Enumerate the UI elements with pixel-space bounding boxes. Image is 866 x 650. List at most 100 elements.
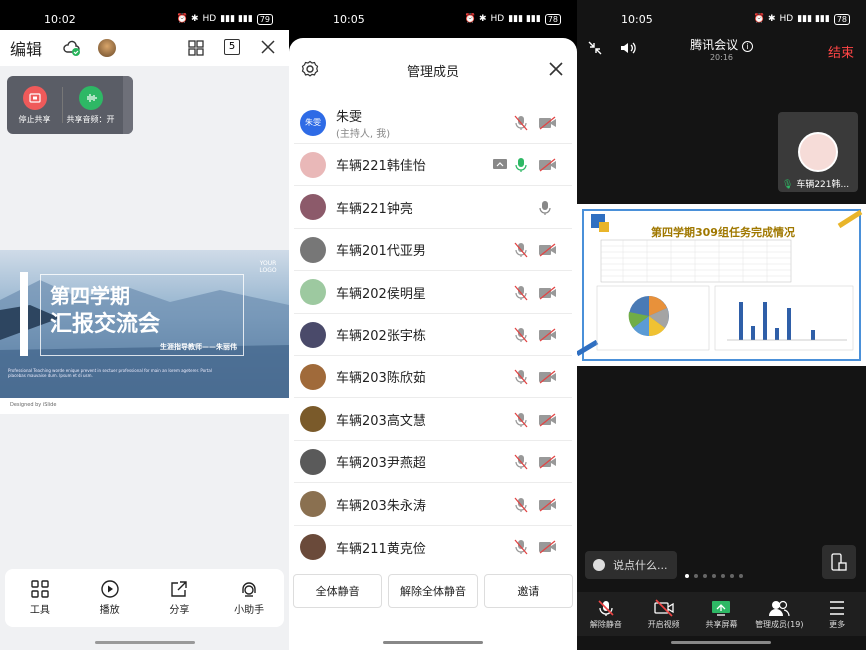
unmute-button[interactable]: 解除静音 <box>578 599 634 630</box>
assistant-button[interactable]: 小助手 <box>219 580 279 616</box>
chat-input[interactable]: 说点什么... <box>585 551 677 579</box>
video-off-icon[interactable] <box>538 497 558 516</box>
status-icons: ⏰ ✱ HD ▮▮▮ ▮▮▮ 78 <box>465 13 561 25</box>
status-icons: ⏰ ✱ HD ▮▮▮ ▮▮▮ 79 <box>177 13 273 25</box>
member-row[interactable]: 车辆221钟亮 <box>294 187 572 229</box>
manage-members-sheet: 管理成员 朱雯 朱雯 (主持人, 我) 车辆221韩佳怡 车辆221钟亮 车辆201代亚男… <box>289 38 577 650</box>
avatar: 朱雯 <box>300 109 326 136</box>
member-row[interactable]: 车辆203高文慧 <box>294 399 572 441</box>
home-indicator[interactable] <box>95 641 195 644</box>
start-video-button[interactable]: 开启视频 <box>636 598 692 630</box>
page-dot[interactable] <box>703 574 707 578</box>
home-indicator[interactable] <box>671 641 771 644</box>
end-meeting-button[interactable]: 结束 <box>828 42 854 61</box>
page-dot[interactable] <box>694 574 698 578</box>
edit-button[interactable]: 编辑 <box>10 36 42 60</box>
play-button[interactable]: 播放 <box>80 580 140 616</box>
drag-handle[interactable] <box>123 76 133 134</box>
mic-muted-icon[interactable] <box>514 412 528 432</box>
meeting-title-block[interactable]: 腾讯会议 i 20:16 <box>690 30 753 66</box>
stop-share-label: 停止共享 <box>18 114 51 124</box>
page-dot[interactable] <box>739 574 743 578</box>
video-off-icon[interactable] <box>538 115 558 134</box>
mute-all-button[interactable]: 全体静音 <box>293 574 383 608</box>
unmute-all-button[interactable]: 解除全体静音 <box>388 574 478 608</box>
page-dot[interactable] <box>685 574 689 578</box>
stop-share-button[interactable]: 停止共享 <box>7 85 62 125</box>
member-row[interactable]: 车辆203朱永涛 <box>294 484 572 526</box>
battery-icon: 78 <box>833 13 850 25</box>
page-count-badge[interactable]: 5 <box>224 39 240 55</box>
member-row[interactable]: 车辆211黄克俭 <box>294 526 572 568</box>
mic-muted-icon[interactable] <box>514 285 528 305</box>
participant-avatar <box>798 132 838 172</box>
participant-name: 🎙 车辆221韩... <box>782 177 856 190</box>
close-icon[interactable] <box>260 39 276 59</box>
bottom-label: 解除静音 <box>589 619 622 629</box>
member-name: 车辆203高文慧 <box>336 413 426 429</box>
member-name: 车辆203陈欣茹 <box>336 371 426 387</box>
cloud-synced-icon[interactable] <box>62 38 82 62</box>
mic-muted-icon[interactable] <box>514 115 528 135</box>
video-off-icon[interactable] <box>538 242 558 261</box>
rotate-screen-button[interactable] <box>822 545 856 579</box>
assistant-icon <box>242 582 256 597</box>
share-audio-button[interactable]: 共享音频：开 <box>63 85 118 125</box>
member-row[interactable]: 车辆203尹燕超 <box>294 441 572 484</box>
member-actions: 全体静音 解除全体静音 邀请 <box>293 574 573 608</box>
mic-icon[interactable] <box>538 200 552 220</box>
status-time: 10:05 <box>333 12 365 26</box>
grid-view-icon[interactable] <box>188 40 204 60</box>
minimize-icon[interactable] <box>587 40 603 60</box>
shared-slide-title: 第四学期309组任务完成情况 <box>651 226 795 239</box>
video-off-icon[interactable] <box>538 327 558 346</box>
participant-video-tile[interactable]: 🎙 车辆221韩... <box>778 112 858 192</box>
mic-muted-icon[interactable] <box>514 539 528 559</box>
mic-muted-icon[interactable] <box>514 454 528 474</box>
more-button[interactable]: 更多 <box>809 599 865 630</box>
mic-muted-icon[interactable] <box>514 369 528 389</box>
share-screen-button[interactable]: 共享屏幕 <box>693 599 749 630</box>
member-row[interactable]: 车辆202侯明星 <box>294 272 572 314</box>
speaker-icon[interactable] <box>619 39 637 61</box>
emoji-icon[interactable] <box>593 559 605 571</box>
avatar[interactable] <box>98 39 116 57</box>
mic-muted-icon[interactable] <box>514 242 528 262</box>
video-off-icon[interactable] <box>538 539 558 558</box>
mic-muted-icon[interactable] <box>514 497 528 517</box>
member-text: 车辆203朱永涛 <box>336 495 426 514</box>
video-off-icon[interactable] <box>538 412 558 431</box>
close-icon[interactable] <box>549 62 563 80</box>
member-name: 车辆203朱永涛 <box>336 498 426 514</box>
home-indicator[interactable] <box>383 641 483 644</box>
page-dot[interactable] <box>730 574 734 578</box>
video-off-icon[interactable] <box>538 369 558 388</box>
slide-preview: 第四学期 汇报交流会 生涯指导教师——朱丽伟 YOUR LOGO Profess… <box>0 250 289 398</box>
video-off-icon[interactable] <box>538 285 558 304</box>
slide-accent-bar <box>20 272 28 356</box>
share-audio-label: 共享音频：开 <box>66 114 115 124</box>
member-row[interactable]: 车辆202张宇栋 <box>294 314 572 356</box>
tools-button[interactable]: 工具 <box>10 580 70 616</box>
gear-icon[interactable] <box>301 60 319 82</box>
slide-title-line2: 汇报交流会 <box>50 312 161 337</box>
member-row[interactable]: 车辆203陈欣茹 <box>294 356 572 399</box>
share-button[interactable]: 分享 <box>149 580 209 616</box>
participant-name-text: 车辆221韩... <box>796 180 850 190</box>
manage-members-button[interactable]: 管理成员(19) <box>751 599 807 630</box>
page-dots <box>685 574 743 578</box>
member-row[interactable]: 车辆201代亚男 <box>294 229 572 272</box>
member-row[interactable]: 朱雯 朱雯 (主持人, 我) <box>294 102 572 144</box>
page-dot[interactable] <box>721 574 725 578</box>
video-off-icon[interactable] <box>538 157 558 176</box>
member-row[interactable]: 车辆221韩佳怡 <box>294 144 572 187</box>
mic-icon[interactable] <box>514 157 528 177</box>
invite-button[interactable]: 邀请 <box>483 574 573 608</box>
avatar <box>300 406 326 433</box>
video-off-icon[interactable] <box>538 454 558 473</box>
slide-title-line1: 第四学期 <box>50 284 130 308</box>
meeting-header: 腾讯会议 i 20:16 结束 <box>577 30 866 66</box>
mic-muted-icon[interactable] <box>514 327 528 347</box>
slide-subtitle: 生涯指导教师——朱丽伟 <box>160 343 237 351</box>
page-dot[interactable] <box>712 574 716 578</box>
